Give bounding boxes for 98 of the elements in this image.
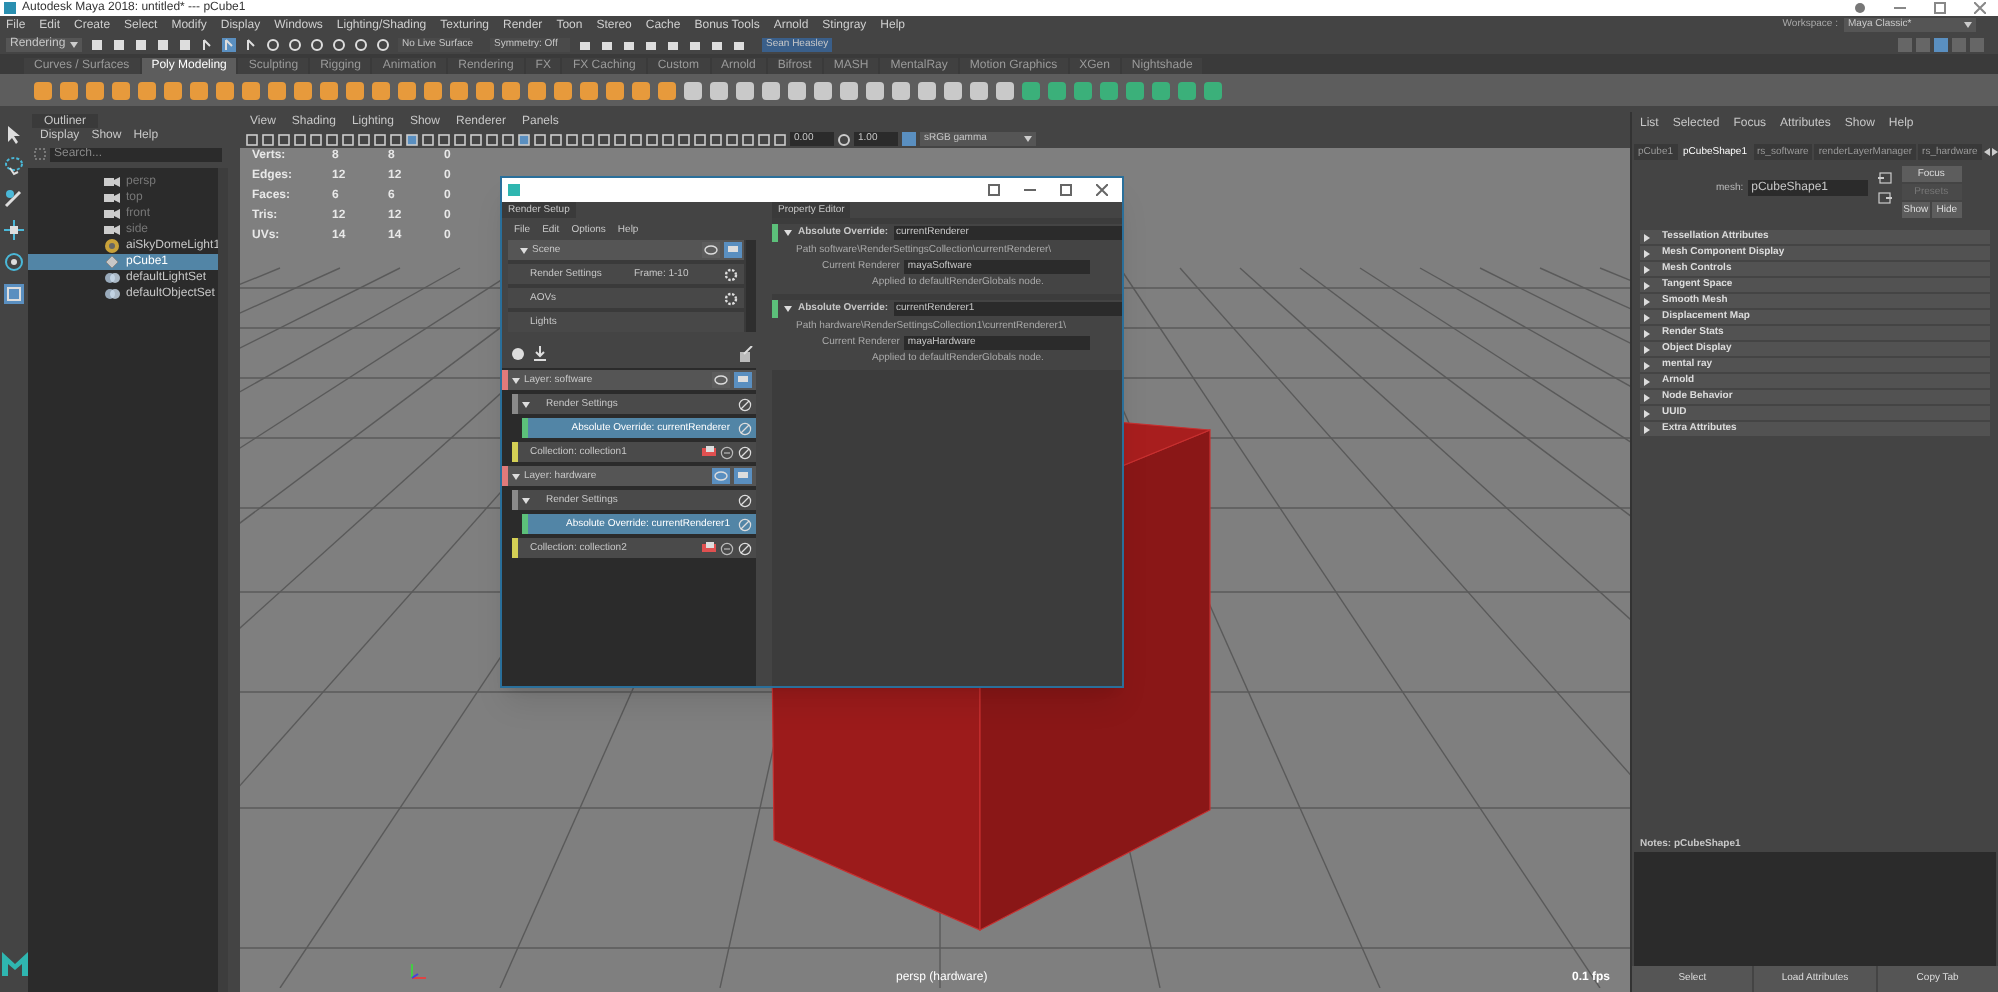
collapse-arrow-icon (784, 306, 792, 312)
app-icon (508, 184, 520, 196)
mesh-icon (104, 254, 120, 270)
shelf-tool-icon[interactable] (370, 79, 392, 101)
create-layer-icon[interactable] (510, 346, 526, 362)
shelf-tool-icon[interactable] (396, 79, 418, 101)
layer-flag-icon (702, 542, 716, 554)
shelf-tool-icon[interactable] (58, 79, 80, 101)
disable-icon[interactable] (738, 493, 752, 507)
input-connection-icon[interactable] (1877, 172, 1892, 184)
layer-flag-icon (702, 446, 716, 458)
caret-icon (70, 41, 78, 47)
minimize-icon[interactable] (1024, 184, 1036, 196)
collapse-arrow-icon (522, 497, 530, 503)
shelf-tool-icon[interactable] (474, 79, 496, 101)
collapse-arrow-icon (522, 401, 530, 407)
visibility-toggle-icon[interactable] (702, 242, 720, 258)
render-toggle-icon[interactable] (734, 468, 752, 484)
close-icon[interactable] (1096, 184, 1108, 196)
shelf-tool-icon[interactable] (734, 79, 756, 101)
render-toggle-icon[interactable] (724, 242, 742, 258)
visibility-toggle-icon[interactable] (712, 372, 730, 388)
select-mode-icon[interactable] (244, 37, 258, 51)
shelf-tool-icon[interactable] (578, 79, 600, 101)
shelf-tool-icon[interactable] (214, 79, 236, 101)
select-mode-icon[interactable] (222, 37, 236, 51)
caret-icon (1964, 22, 1972, 28)
shelf-tool-icon[interactable] (162, 79, 184, 101)
maximize-icon[interactable] (1060, 184, 1072, 196)
color-management-icon[interactable] (902, 132, 916, 146)
shelf-tool-icon[interactable] (890, 79, 912, 101)
gamma-icon (838, 133, 850, 145)
disable-icon[interactable] (738, 445, 752, 459)
shelf-tool-icon[interactable] (994, 79, 1016, 101)
shelf-tool-icon[interactable] (552, 79, 574, 101)
shelf-tool-icon[interactable] (526, 79, 548, 101)
output-connection-icon[interactable] (1877, 192, 1892, 204)
scrollbar[interactable] (218, 168, 228, 992)
scrollbar[interactable] (746, 240, 756, 332)
shelf-tool-icon[interactable] (864, 79, 886, 101)
scale-icon[interactable] (4, 284, 24, 304)
shelf-tool-icon[interactable] (136, 79, 158, 101)
paint-brush-icon[interactable] (4, 188, 24, 208)
shelf-tool-icon[interactable] (838, 79, 860, 101)
shelf-tool-icon[interactable] (786, 79, 808, 101)
shelf-tool-icon[interactable] (266, 79, 288, 101)
shelf-tool-icon[interactable] (84, 79, 106, 101)
import-icon[interactable] (532, 346, 548, 362)
status-bar-mark (772, 300, 778, 318)
caret-icon (1024, 136, 1032, 142)
visibility-toggle-icon[interactable] (712, 468, 730, 484)
shelf-tool-icon[interactable] (604, 79, 626, 101)
collapse-arrow-icon (512, 377, 520, 383)
collapse-arrow-icon (520, 247, 528, 253)
collapse-arrow-icon (784, 230, 792, 236)
shelf-tool-icon[interactable] (656, 79, 678, 101)
move-icon[interactable] (4, 220, 24, 240)
render-toggle-icon[interactable] (734, 372, 752, 388)
isolate-icon[interactable] (720, 445, 734, 459)
rotate-icon[interactable] (4, 252, 24, 272)
axis-indicator-icon (408, 962, 428, 982)
shelf-tool-icon[interactable] (630, 79, 652, 101)
shelf-tool-icon[interactable] (292, 79, 314, 101)
disable-icon[interactable] (738, 517, 752, 531)
collapse-arrow-icon (512, 473, 520, 479)
disable-icon[interactable] (738, 541, 752, 555)
scroll-right-icon[interactable] (1991, 148, 1998, 156)
maximize-icon[interactable] (1934, 2, 1946, 14)
shelf-tool-icon[interactable] (32, 79, 54, 101)
shelf-tool-icon[interactable] (422, 79, 444, 101)
shelf-tool-icon[interactable] (942, 79, 964, 101)
shelf-tool-icon[interactable] (110, 79, 132, 101)
shelf-tool-icon[interactable] (318, 79, 340, 101)
disable-icon[interactable] (738, 421, 752, 435)
select-mode-icon[interactable] (200, 37, 214, 51)
isolate-icon[interactable] (720, 541, 734, 555)
notes-field[interactable] (1634, 852, 1996, 966)
shelf-tool-icon[interactable] (916, 79, 938, 101)
disable-icon[interactable] (738, 397, 752, 411)
select-arrow-icon[interactable] (4, 124, 24, 144)
shelf-tool-icon[interactable] (682, 79, 704, 101)
shelf-tool-icon[interactable] (188, 79, 210, 101)
lasso-icon[interactable] (4, 156, 24, 176)
shelf-tool-icon[interactable] (760, 79, 782, 101)
shelf-tool-icon[interactable] (500, 79, 522, 101)
app-icon (4, 2, 16, 14)
shelf-tool-icon[interactable] (812, 79, 834, 101)
shelf-tool-icon[interactable] (344, 79, 366, 101)
shelf-tool-icon[interactable] (448, 79, 470, 101)
shelf-tool-icon[interactable] (240, 79, 262, 101)
minimize-icon[interactable] (1894, 2, 1906, 14)
shelf-tool-icon[interactable] (968, 79, 990, 101)
status-bar-mark (772, 224, 778, 242)
close-icon[interactable] (1974, 2, 1986, 14)
shelf-tool-icon[interactable] (708, 79, 730, 101)
light-icon (104, 238, 120, 254)
edit-icon[interactable] (738, 346, 754, 362)
logo-icon (1, 952, 27, 976)
